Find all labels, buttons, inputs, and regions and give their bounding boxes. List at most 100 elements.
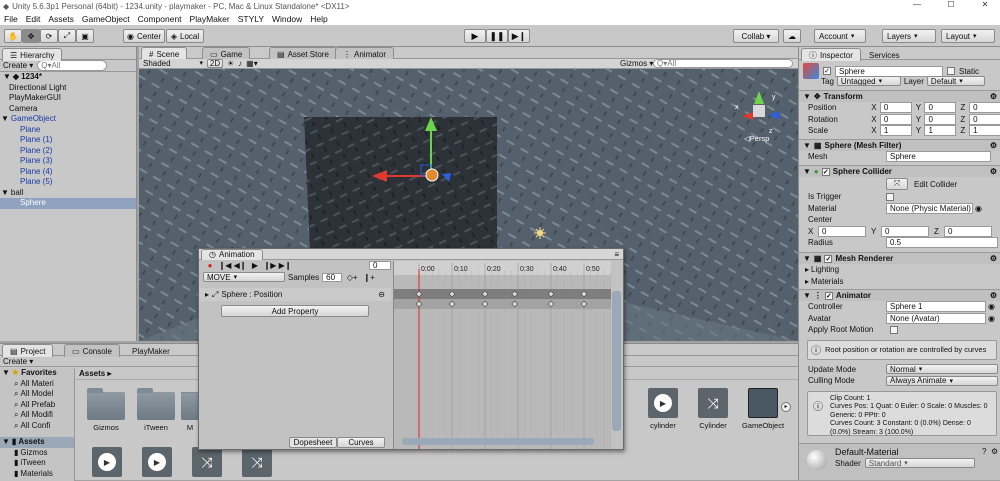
foldout-arrow-icon[interactable]: ▼ [803, 254, 811, 263]
center-y-field[interactable]: 0 [881, 225, 929, 237]
horizontal-scrollbar[interactable] [402, 438, 594, 445]
expand-prefab-icon[interactable]: ▸ [781, 402, 791, 412]
expand-arrow-icon[interactable]: ▼ [2, 368, 10, 379]
component-settings-icon[interactable]: ⚙ [990, 141, 997, 150]
favorites-item[interactable]: ⌕ All Materi [0, 379, 74, 390]
menu-assets[interactable]: Assets [48, 14, 74, 24]
asset-controller-2[interactable]: ⤨ [232, 447, 282, 481]
prev-keyframe-icon[interactable]: ◀❙ [233, 260, 247, 272]
lighting-foldout[interactable]: ▸ Lighting [799, 264, 1000, 276]
favorites-item[interactable]: ⌕ All Confi [0, 421, 74, 432]
last-keyframe-icon[interactable]: ▶❙ [278, 260, 292, 272]
next-keyframe-icon[interactable]: ❙▶ [263, 260, 277, 272]
assets-tree-header[interactable]: ▼ ▮ Assets [0, 437, 74, 448]
gizmos-dropdown[interactable]: Gizmos ▾ [620, 59, 653, 68]
hierarchy-search-input[interactable]: Q▾All [37, 60, 108, 71]
hierarchy-item[interactable]: ▼ ball [0, 188, 136, 199]
favorites-item[interactable]: ⌕ All Model [0, 389, 74, 400]
center-z-field[interactable]: 0 [944, 225, 992, 237]
z-field[interactable]: 0 [969, 113, 1000, 125]
layers-dropdown[interactable]: Layers [882, 29, 936, 43]
z-field[interactable]: 1 [969, 125, 1000, 137]
is-trigger-checkbox[interactable] [886, 192, 894, 201]
object-name-field[interactable]: Sphere [835, 65, 943, 77]
tab-animation[interactable]: ◷ Animation [201, 248, 263, 260]
maximize-button[interactable]: ☐ [936, 0, 966, 9]
hierarchy-item[interactable]: Plane (5) [0, 177, 136, 188]
asset-clip-2[interactable]: ▶ [132, 447, 182, 481]
hand-tool-icon[interactable]: ✋ [4, 29, 22, 43]
menu-file[interactable]: File [4, 14, 18, 24]
clip-dropdown[interactable]: MOVE [203, 272, 285, 282]
tab-hierarchy[interactable]: ☰ Hierarchy [2, 48, 63, 61]
perspective-label[interactable]: ◁Persp [744, 134, 769, 143]
pause-icon[interactable]: ❚❚ [486, 29, 508, 43]
object-picker-icon[interactable]: ◉ [988, 302, 995, 311]
2d-toggle[interactable]: 2D [207, 59, 223, 68]
tag-dropdown[interactable]: Untagged [836, 76, 901, 86]
foldout-arrow-icon[interactable]: ▼ [803, 141, 811, 150]
edit-collider-icon[interactable]: ⤧ [886, 178, 908, 190]
lighting-toggle-icon[interactable]: ☀ [227, 59, 234, 68]
close-button[interactable]: ✕ [970, 0, 1000, 9]
expand-arrow-icon[interactable]: ▼ [1, 114, 9, 125]
minimize-button[interactable]: — [902, 0, 932, 9]
dopesheet-tab[interactable]: Dopesheet [289, 436, 337, 448]
menu-playmaker[interactable]: PlayMaker [190, 14, 230, 24]
hierarchy-item[interactable]: Sphere [0, 198, 136, 209]
menu-gameobject[interactable]: GameObject [82, 14, 130, 24]
hierarchy-item[interactable]: Plane (1) [0, 135, 136, 146]
frame-field[interactable]: 0 [369, 261, 391, 270]
play-icon[interactable]: ▶ [248, 260, 262, 272]
add-event-icon[interactable]: ❙+ [362, 271, 376, 283]
tab-console[interactable]: ▭ Console [64, 344, 120, 357]
assets-tree-item[interactable]: ▮ iTween [0, 458, 74, 469]
scale-tool-icon[interactable]: ⤢ [58, 29, 76, 43]
shading-mode-dropdown[interactable]: Shaded [143, 59, 203, 68]
object-active-checkbox[interactable] [823, 67, 831, 75]
hierarchy-item[interactable]: Plane (3) [0, 156, 136, 167]
component-settings-icon[interactable]: ⚙ [990, 92, 997, 101]
object-picker-icon[interactable]: ◉ [975, 204, 982, 213]
hierarchy-item[interactable]: Directional Light [0, 83, 136, 94]
add-keyframe-icon[interactable]: ◇+ [345, 271, 359, 283]
collab-button[interactable]: Collab ▾ [733, 29, 779, 43]
expand-arrow-icon[interactable]: ▼ [1, 188, 9, 199]
menu-component[interactable]: Component [138, 14, 182, 24]
pivot-local-button[interactable]: ◈ Local [166, 29, 204, 43]
sphere-collider-header[interactable]: ▼● Sphere Collider ⚙ [799, 165, 1000, 177]
controller-field[interactable]: Sphere 1 [886, 301, 986, 313]
component-settings-icon[interactable]: ⚙ [990, 167, 997, 176]
effects-toggle-icon[interactable]: ▦▾ [246, 59, 258, 68]
animator-enabled-checkbox[interactable] [824, 291, 833, 300]
hierarchy-create-button[interactable]: Create ▾ [3, 61, 33, 70]
materials-foldout[interactable]: ▸ Materials [799, 276, 1000, 288]
tab-inspector[interactable]: ⓘ Inspector [801, 48, 861, 61]
menu-edit[interactable]: Edit [26, 14, 41, 24]
update-mode-dropdown[interactable]: Normal [886, 364, 998, 375]
hierarchy-item[interactable]: ▼ GameObject [0, 114, 136, 125]
expand-arrow-icon[interactable]: ▼ [3, 72, 11, 83]
property-options-icon[interactable]: ⊖ [378, 290, 385, 299]
favorites-item[interactable]: ⌕ All Prefab [0, 400, 74, 411]
static-checkbox[interactable] [947, 67, 955, 75]
radius-field[interactable]: 0.5 [886, 237, 998, 249]
assets-tree-item[interactable]: ▮ Materials [0, 469, 74, 480]
hierarchy-item[interactable]: Plane (4) [0, 167, 136, 178]
asset-folder-materials[interactable]: M [181, 392, 199, 432]
transform-header[interactable]: ▼ ✥ Transform ⚙ [799, 90, 1000, 102]
renderer-enabled-checkbox[interactable] [824, 254, 833, 263]
property-row[interactable]: ▸ ⤢ Sphere : Position ⊖ [199, 288, 391, 301]
y-field[interactable]: 0 [924, 113, 957, 125]
curves-tab[interactable]: Curves [337, 436, 385, 448]
layout-dropdown[interactable]: Layout [941, 29, 995, 43]
audio-toggle-icon[interactable]: ♪ [238, 59, 242, 68]
asset-cylinder-clip[interactable]: ▶ cylinder [638, 388, 688, 430]
favorites-header[interactable]: ▼ ★ Favorites [0, 368, 74, 379]
hierarchy-item[interactable]: Camera [0, 104, 136, 115]
layer-dropdown[interactable]: Default [926, 76, 985, 86]
mesh-filter-header[interactable]: ▼ ▦ Sphere (Mesh Filter) ⚙ [799, 139, 1000, 151]
material-help-icon[interactable]: ? [982, 447, 986, 456]
scene-search-input[interactable]: Q▾All [653, 59, 793, 68]
asset-clip-1[interactable]: ▶ [82, 447, 132, 481]
